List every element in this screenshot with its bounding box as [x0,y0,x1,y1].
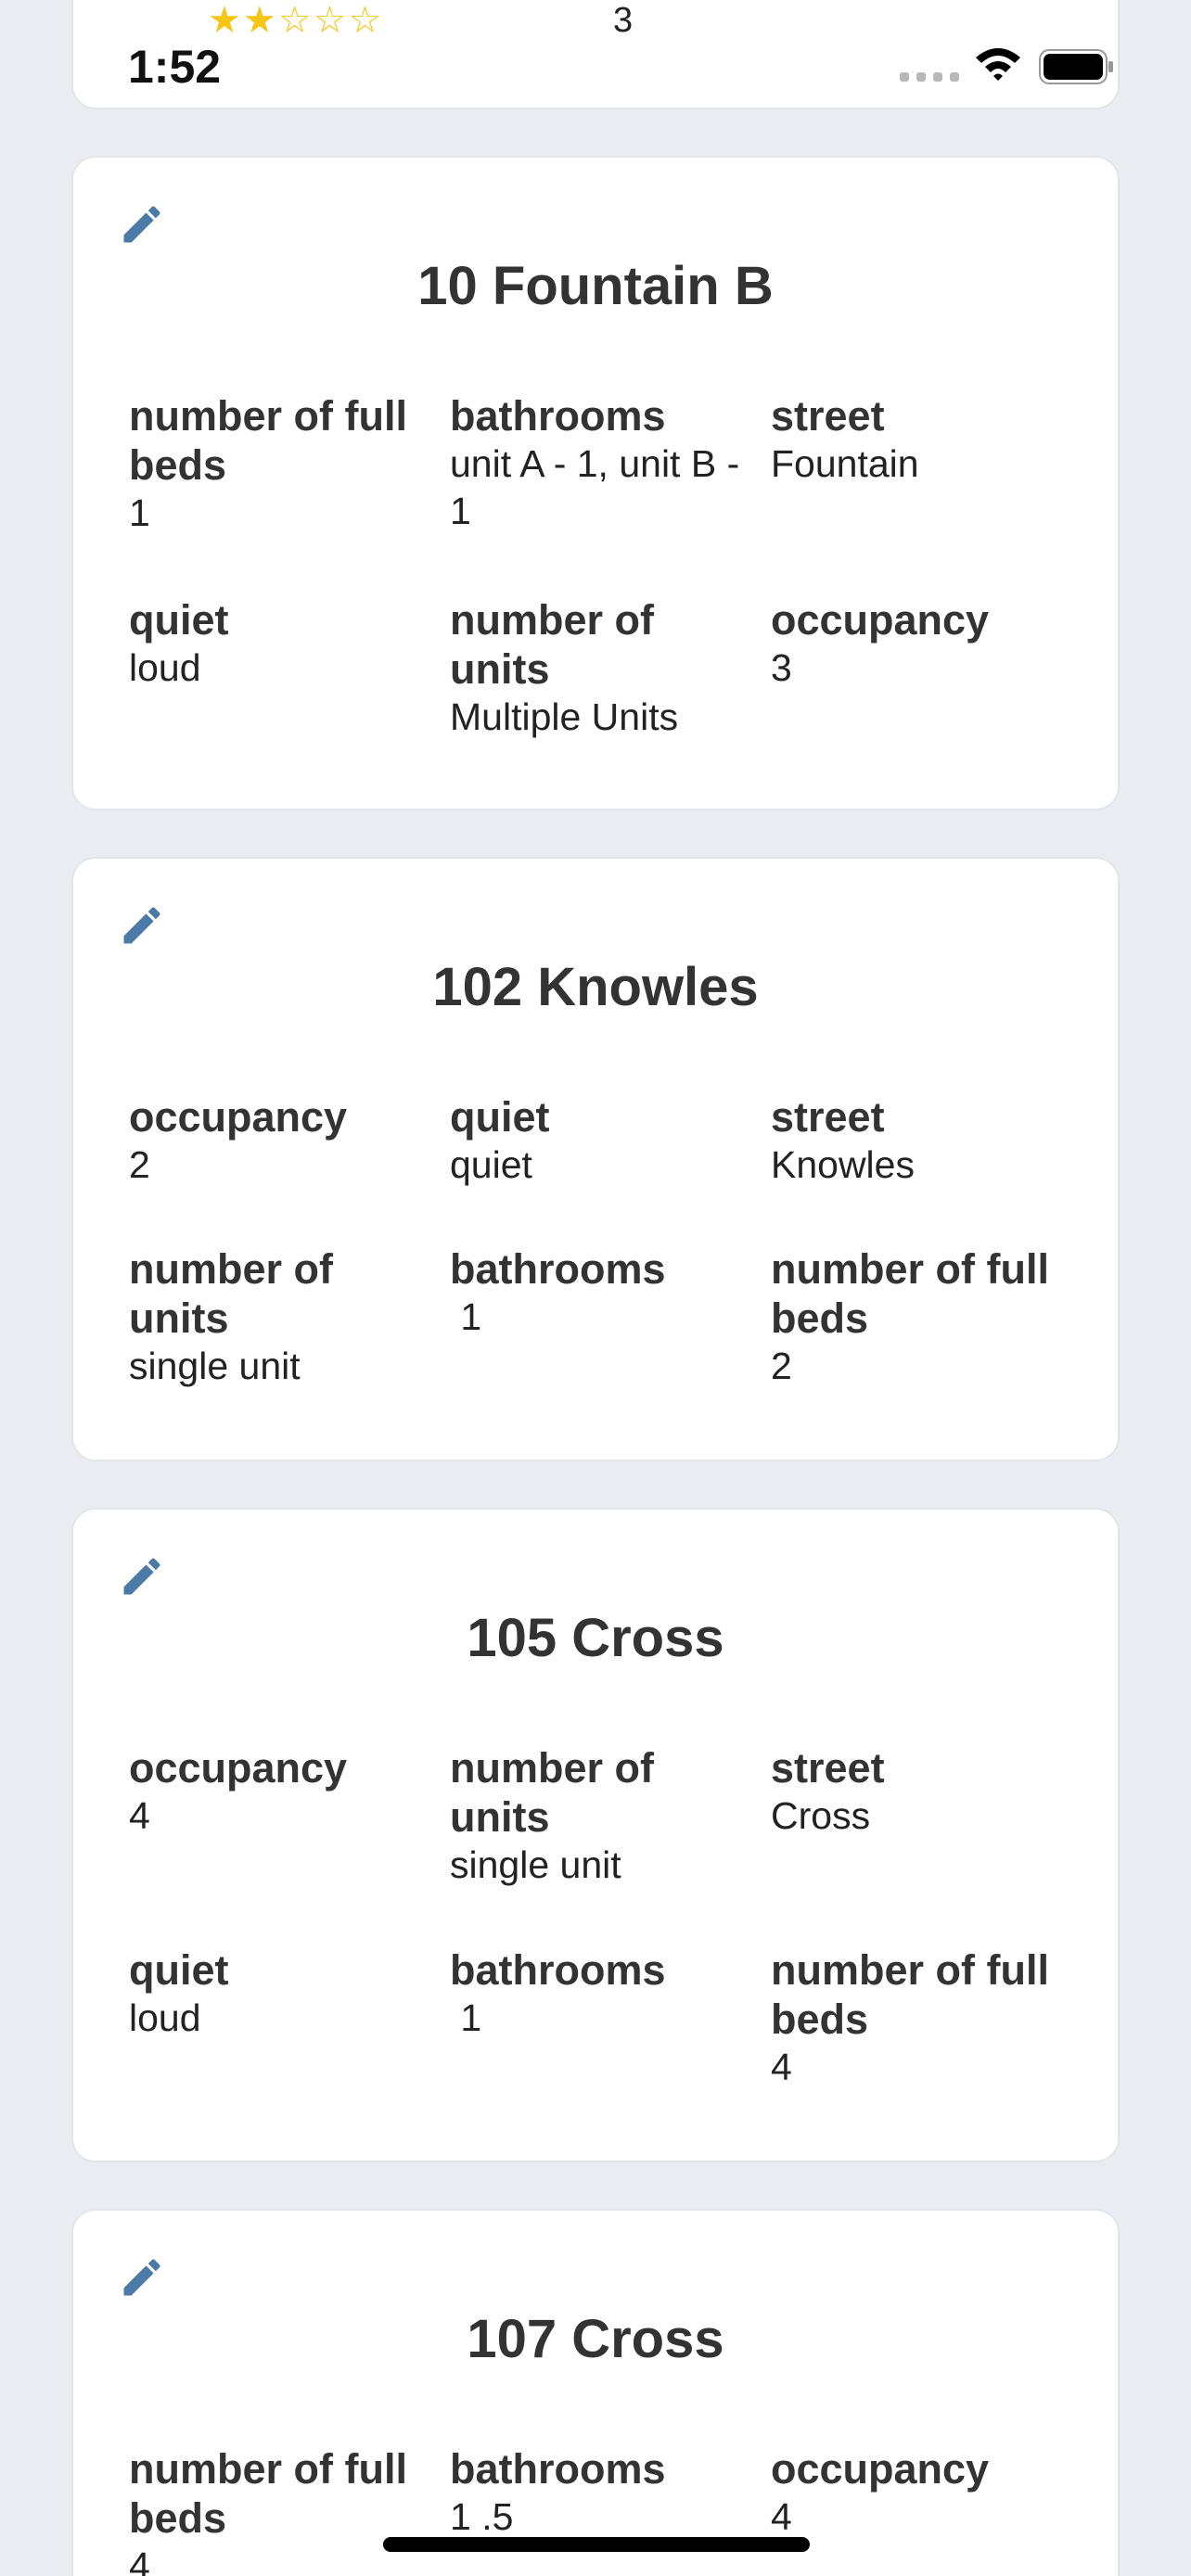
listing-field: quiet loud [129,1945,435,2042]
listing-field: street Knowles [771,1092,1077,1189]
listing-field: number of units single unit [129,1244,435,1390]
listing-title: 10 Fountain B [417,256,774,316]
listing-field: street Fountain [771,391,1077,488]
status-time: 1:52 [128,41,222,93]
listing-field: number of full beds 1 [129,391,435,537]
listing-title: 102 Knowles [432,957,759,1017]
pencil-icon[interactable] [118,1552,166,1600]
field-label: number of units [450,1744,654,1841]
field-value: quiet [450,1143,532,1186]
field-label: occupancy [129,1093,348,1141]
listing-field: number of full beds 4 [129,2444,435,2576]
field-label: street [771,392,885,440]
field-value: Cross [771,1794,871,1837]
field-value: 4 [771,2495,792,2538]
field-value: 3 [771,646,792,689]
field-value: 1 .5 [450,2495,514,2538]
listing-field: occupancy 4 [771,2444,1077,2541]
listing-card[interactable]: 102 Knowles occupancy 2 quiet quiet street Kno… [71,857,1120,1461]
home-indicator[interactable] [383,2537,810,2552]
screen: ★ ★ ☆ ☆ ☆ 3 1:52 10 Fountain Bnumber of … [0,0,1191,2576]
listing-field: bathrooms 1 [450,1945,756,2042]
pencil-icon[interactable] [118,2253,166,2302]
field-value: 2 [129,1143,150,1186]
field-label: number of units [129,1245,333,1342]
field-value: 1 [129,491,150,534]
listing-field: bathrooms 1 .5 [450,2444,756,2541]
listing-field: bathrooms 1 [450,1244,756,1341]
listing-field: occupancy 4 [129,1743,435,1840]
pencil-icon[interactable] [118,200,166,249]
field-label: number of units [450,596,654,693]
field-value: loud [129,1996,201,2039]
field-value: Multiple Units [450,695,679,738]
field-value: 2 [771,1345,792,1387]
listing-field: number of units Multiple Units [450,595,756,741]
field-value: 4 [129,1794,150,1837]
field-value: 1 [450,1996,482,2039]
pencil-icon[interactable] [118,901,166,950]
field-value: unit A - 1, unit B - 1 [450,442,750,532]
cellular-signal-icon [900,72,959,82]
field-label: quiet [129,1946,229,1994]
status-bar: 1:52 [0,0,1191,102]
field-label: bathrooms [450,1245,666,1293]
listing-field: occupancy 3 [771,595,1077,692]
listing-field: occupancy 2 [129,1092,435,1189]
listing-card[interactable]: 105 Cross occupancy 4 number of units single… [71,1508,1120,2162]
field-value: Knowles [771,1143,915,1186]
field-label: bathrooms [450,2445,666,2493]
field-value: single unit [129,1345,301,1387]
listing-field: quiet quiet [450,1092,756,1189]
field-value: Fountain [771,442,919,485]
field-label: occupancy [129,1744,348,1792]
listing-field: number of full beds 4 [771,1945,1077,2091]
field-label: number of full beds [771,1946,1049,2043]
wifi-icon [976,48,1020,81]
field-label: quiet [129,596,229,644]
listing-field: quiet loud [129,595,435,692]
listing-field: number of full beds 2 [771,1244,1077,1390]
field-label: number of full beds [129,392,407,489]
field-value: single unit [450,1843,621,1886]
listing-card[interactable]: 10 Fountain Bnumber of full beds 1 bathroo… [71,156,1120,810]
battery-icon [1039,49,1113,84]
listing-field: street Cross [771,1743,1077,1840]
field-label: occupancy [771,596,990,644]
field-value: 4 [771,2046,792,2088]
field-label: street [771,1093,885,1141]
field-label: street [771,1744,885,1792]
listing-title: 105 Cross [467,1608,724,1668]
field-label: quiet [450,1093,550,1141]
field-label: number of full beds [129,2445,407,2542]
field-label: bathrooms [450,1946,666,1994]
field-label: number of full beds [771,1245,1049,1342]
field-label: bathrooms [450,392,666,440]
field-label: occupancy [771,2445,990,2493]
listing-title: 107 Cross [467,2309,724,2369]
listing-card[interactable]: 107 Cross number of full beds 4 bathrooms 1 … [71,2209,1120,2576]
field-value: loud [129,646,201,689]
field-value: 1 [450,1295,482,1338]
listing-field: bathrooms unit A - 1, unit B - 1 [450,391,756,535]
listing-field: number of units single unit [450,1743,756,1889]
